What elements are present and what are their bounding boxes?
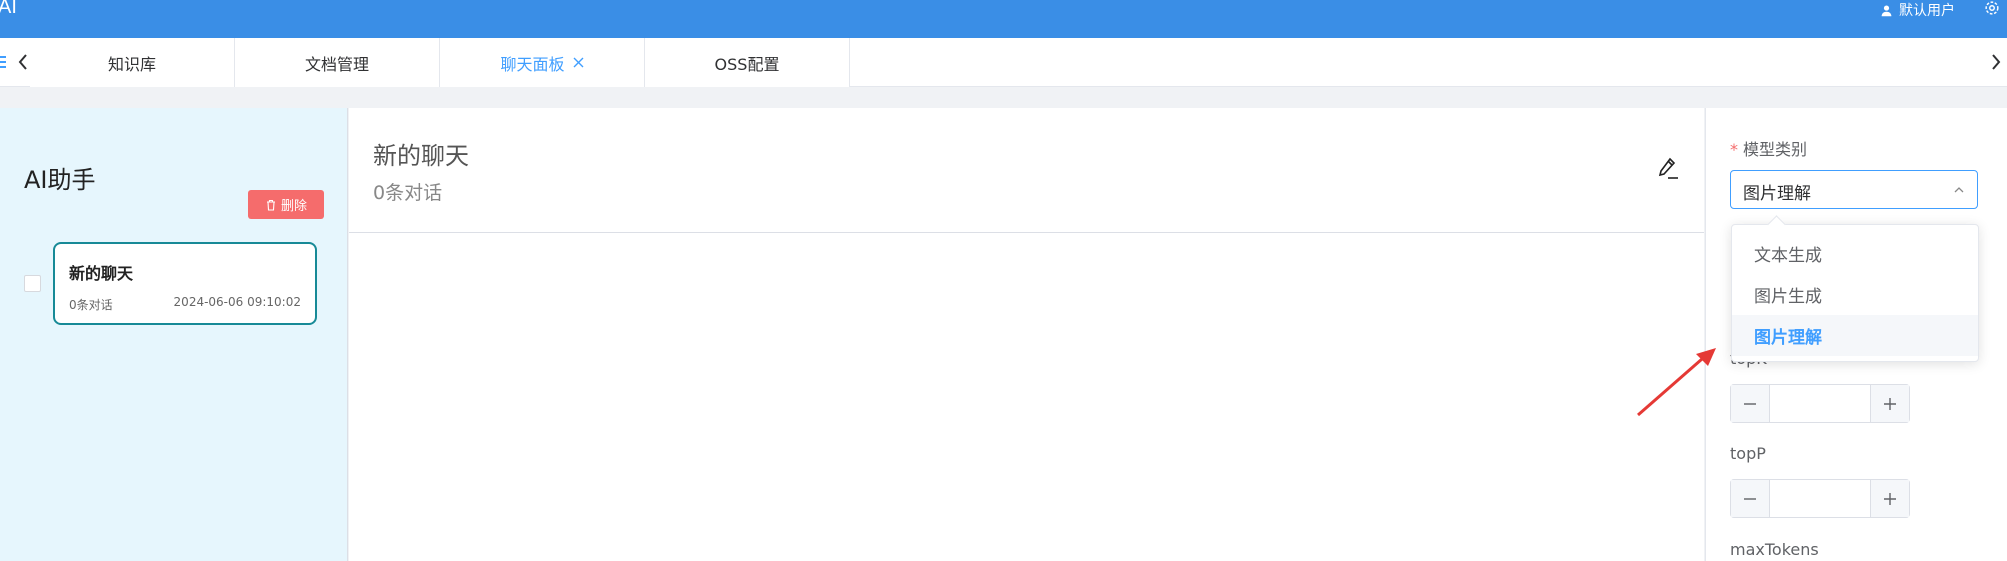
plus-icon — [1884, 492, 1896, 505]
annotation-arrow-icon — [1637, 348, 1716, 417]
chat-checkbox[interactable] — [24, 275, 41, 292]
gear-icon[interactable] — [1983, 0, 2001, 17]
topk-stepper[interactable] — [1730, 384, 1910, 423]
tab-label: 知识库 — [107, 54, 156, 74]
top-bar: AI 默认用户 — [0, 0, 2007, 38]
dropdown-option-text-generation[interactable]: 文本生成 — [1732, 233, 1978, 274]
required-mark: * — [1730, 140, 1738, 159]
model-type-label: * 模型类别 — [1730, 136, 1807, 160]
user-icon — [1881, 4, 1892, 16]
menu-icon[interactable] — [0, 54, 8, 70]
delete-label: 删除 — [280, 199, 307, 214]
chat-header: 新的聊天 0条对话 — [349, 108, 1704, 233]
delete-button[interactable]: 删除 — [248, 190, 324, 219]
sidebar-title: AI助手 — [24, 166, 96, 194]
dropdown-option-image-understanding[interactable]: 图片理解 — [1732, 315, 1978, 356]
chat-list-item[interactable]: 新的聊天 0条对话 2024-06-06 09:10:02 — [53, 242, 317, 325]
topk-increase-button[interactable] — [1870, 385, 1909, 422]
topp-increase-button[interactable] — [1870, 480, 1909, 517]
model-type-dropdown: 文本生成 图片生成 图片理解 — [1731, 224, 1979, 362]
model-type-value: 图片理解 — [1743, 184, 1811, 204]
tab-chat-panel[interactable]: 聊天面板 — [440, 38, 645, 87]
tab-knowledge-base[interactable]: 知识库 — [30, 38, 235, 87]
chevron-left-icon[interactable] — [16, 53, 30, 71]
chat-item-time: 2024-06-06 09:10:02 — [173, 295, 301, 309]
user-menu[interactable]: 默认用户 — [1880, 0, 1955, 20]
chevron-right-icon[interactable] — [1989, 53, 2003, 71]
tab-document-management[interactable]: 文档管理 — [235, 38, 440, 87]
topp-label: topP — [1730, 444, 1766, 463]
close-icon[interactable] — [573, 57, 584, 68]
minus-icon — [1744, 402, 1756, 405]
minus-icon — [1744, 497, 1756, 500]
plus-icon — [1884, 397, 1896, 410]
tab-oss-config[interactable]: OSS配置 — [645, 38, 850, 87]
chat-panel: 新的聊天 0条对话 — [349, 108, 1704, 561]
topk-decrease-button[interactable] — [1731, 385, 1770, 422]
model-type-select[interactable]: 图片理解 — [1730, 170, 1978, 209]
tab-label: 文档管理 — [304, 54, 369, 74]
tab-bar: 知识库 文档管理 聊天面板 OSS配置 — [0, 38, 2007, 87]
topp-stepper[interactable] — [1730, 479, 1910, 518]
topp-decrease-button[interactable] — [1731, 480, 1770, 517]
chat-subtitle: 0条对话 — [373, 182, 443, 204]
dropdown-option-image-generation[interactable]: 图片生成 — [1732, 274, 1978, 315]
app-logo: AI — [0, 0, 17, 18]
chat-item-name: 新的聊天 — [69, 264, 134, 283]
chat-title: 新的聊天 — [373, 142, 469, 170]
assistant-sidebar: AI助手 删除 新的聊天 0条对话 2024-06-06 09:10:02 — [0, 108, 348, 561]
tab-label: 聊天面板 — [500, 54, 565, 74]
edit-icon[interactable] — [1656, 156, 1680, 182]
max-tokens-label: maxTokens — [1730, 540, 1819, 559]
trash-icon — [266, 199, 275, 211]
chat-item-count: 0条对话 — [69, 298, 113, 312]
user-name: 默认用户 — [1899, 3, 1955, 19]
tab-label: OSS配置 — [714, 54, 780, 74]
chevron-up-icon — [1954, 187, 1964, 193]
model-type-label-text: 模型类别 — [1743, 140, 1808, 159]
